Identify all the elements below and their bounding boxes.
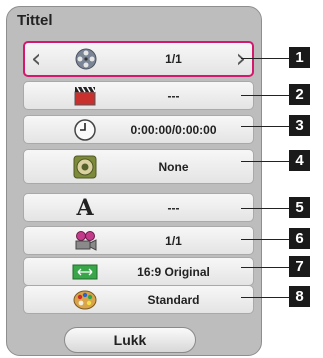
angle-value: 1/1 [165,233,182,248]
leader-line [241,297,289,298]
aspect-value: 16:9 Original [137,264,210,279]
menu-row-angle[interactable]: 1/1 [23,226,254,255]
menu-row-title[interactable]: ‹ 1/1 › [23,41,254,77]
clapperboard-icon [70,82,100,109]
callout-badge-7: 7 [289,256,310,277]
leader-line [241,58,289,59]
close-button[interactable]: Lukk [64,327,196,353]
leader-line [241,126,289,127]
palette-icon [70,286,100,313]
callout-badge-8: 8 [289,286,310,307]
callout-badge-2: 2 [289,84,310,105]
menu-row-time[interactable]: 0:00:00/0:00:00 [23,115,254,144]
speaker-icon [70,150,100,183]
callout-badge-4: 4 [289,150,310,171]
leader-line [241,208,289,209]
chevron-right-icon[interactable]: › [236,46,246,72]
audio-value: None [158,159,189,174]
clock-icon [70,116,100,143]
menu-row-audio[interactable]: None [23,149,254,184]
leader-line [241,161,289,162]
callout-badge-6: 6 [289,228,310,249]
film-reel-icon [71,43,101,75]
menu-dialog: Tittel ‹ 1/1 › --- 0:00:00/0:00:00 None … [6,6,262,356]
leader-line [241,95,289,96]
close-button-label: Lukk [113,332,147,348]
callout-badge-5: 5 [289,197,310,218]
chapter-value: --- [167,88,180,103]
subtitle-a-icon: A [76,194,94,221]
leader-line [241,239,289,240]
menu-row-subtitle[interactable]: A --- [23,193,254,222]
camera-angle-icon [70,227,100,254]
callout-badge-3: 3 [289,115,310,136]
chevron-left-icon[interactable]: ‹ [31,46,41,72]
dialog-title: Tittel [17,12,53,29]
menu-row-picture-mode[interactable]: Standard [23,285,254,314]
callout-badge-1: 1 [289,47,310,68]
menu-row-aspect[interactable]: 16:9 Original [23,257,254,286]
menu-row-chapter[interactable]: --- [23,81,254,110]
picture-mode-value: Standard [147,292,200,307]
leader-line [241,267,289,268]
subtitle-value: --- [167,200,180,215]
title-value: 1/1 [165,52,182,66]
aspect-ratio-icon [70,258,100,285]
time-value: 0:00:00/0:00:00 [130,122,217,137]
